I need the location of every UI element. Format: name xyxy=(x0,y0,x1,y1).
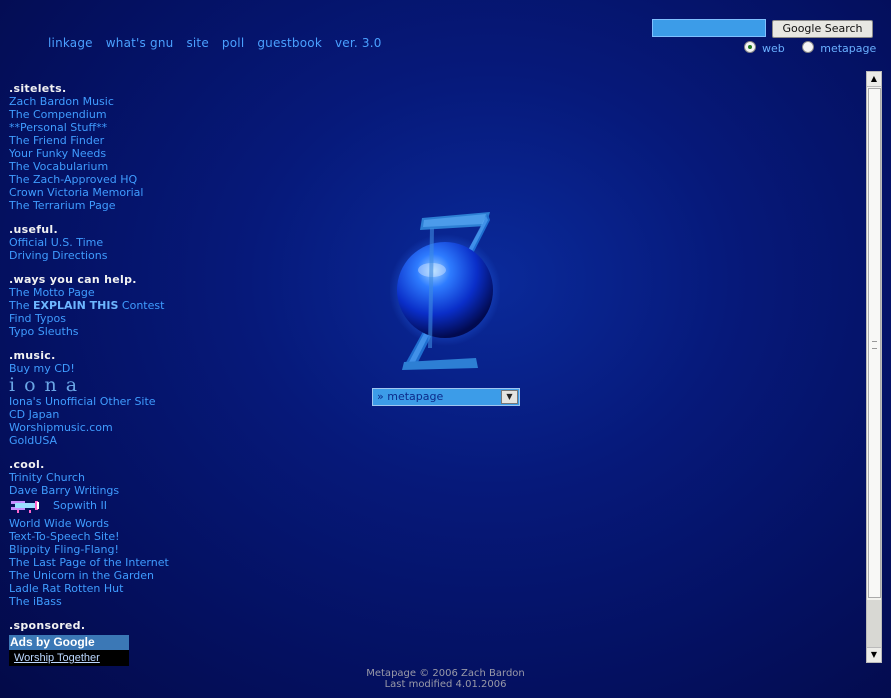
section-title-sponsored: .sponsored. xyxy=(9,619,86,632)
dropdown-selected-value: » metapage xyxy=(377,390,444,403)
link-ibass[interactable]: The iBass xyxy=(9,595,209,608)
link-us-time[interactable]: Official U.S. Time xyxy=(9,236,209,249)
search-input[interactable] xyxy=(652,19,766,37)
nav-linkage[interactable]: linkage xyxy=(48,36,93,50)
link-personal-stuff[interactable]: **Personal Stuff** xyxy=(9,121,209,134)
scrollbar-thumb[interactable] xyxy=(868,88,881,598)
top-nav: linkage what's gnu site poll guestbook ver. 3… xyxy=(48,36,395,50)
link-vocabularium[interactable]: The Vocabularium xyxy=(9,160,209,173)
link-typo-sleuths[interactable]: Typo Sleuths xyxy=(9,325,209,338)
section-title-useful: .useful. xyxy=(9,223,58,236)
search-scope: web metapage xyxy=(744,41,890,55)
link-find-typos[interactable]: Find Typos xyxy=(9,312,209,325)
biplane-icon xyxy=(11,501,39,513)
radio-metapage[interactable] xyxy=(802,41,815,53)
iona-logo[interactable]: iona xyxy=(9,376,209,395)
scroll-up-icon[interactable]: ▲ xyxy=(867,72,881,87)
link-crown-victoria[interactable]: Crown Victoria Memorial xyxy=(9,186,209,199)
scroll-down-icon[interactable]: ▼ xyxy=(867,647,881,662)
radio-web[interactable] xyxy=(744,41,756,53)
google-search-button[interactable]: Google Search xyxy=(772,20,873,38)
link-zach-bardon-music[interactable]: Zach Bardon Music xyxy=(9,95,209,108)
link-explain-contest[interactable]: The EXPLAIN THIS Contest xyxy=(9,299,209,312)
contest-suffix: Contest xyxy=(118,299,165,312)
section-title-sitelets: .sitelets. xyxy=(9,82,67,95)
z-orb-logo-icon xyxy=(390,212,500,370)
site-select-dropdown[interactable]: » metapage ▼ xyxy=(372,388,520,406)
link-funky-needs[interactable]: Your Funky Needs xyxy=(9,147,209,160)
link-sopwith[interactable]: Sopwith II xyxy=(9,498,209,516)
link-compendium[interactable]: The Compendium xyxy=(9,108,209,121)
link-friend-finder[interactable]: The Friend Finder xyxy=(9,134,209,147)
link-goldusa[interactable]: GoldUSA xyxy=(9,434,209,447)
radio-metapage-label: metapage xyxy=(820,42,877,55)
google-ads-box: Ads by Google Worship Together xyxy=(9,635,129,666)
nav-site[interactable]: site xyxy=(186,36,208,50)
footer-last-modified: Last modified 4.01.2006 xyxy=(384,679,507,690)
scrollbar-track[interactable] xyxy=(867,600,881,647)
section-title-cool: .cool. xyxy=(9,458,45,471)
link-terrarium[interactable]: The Terrarium Page xyxy=(9,199,209,212)
nav-version[interactable]: ver. 3.0 xyxy=(335,36,382,50)
sopwith-label: Sopwith II xyxy=(53,499,108,512)
contest-prefix: The xyxy=(9,299,33,312)
ad-link-worship-together[interactable]: Worship Together xyxy=(9,650,129,666)
link-motto-page[interactable]: The Motto Page xyxy=(9,286,209,299)
link-worshipmusic[interactable]: Worshipmusic.com xyxy=(9,421,209,434)
link-dave-barry[interactable]: Dave Barry Writings xyxy=(9,484,209,497)
contest-bold: EXPLAIN THIS xyxy=(32,299,119,312)
link-blippity[interactable]: Blippity Fling-Flang! xyxy=(9,543,209,556)
sidebar: .sitelets. Zach Bardon Music The Compend… xyxy=(9,82,209,666)
footer: Metapage © 2006 Zach Bardon Last modifie… xyxy=(0,668,891,690)
footer-copyright: Metapage © 2006 Zach Bardon xyxy=(366,668,525,679)
link-world-wide-words[interactable]: World Wide Words xyxy=(9,517,209,530)
page-scrollbar[interactable]: ▲ ▼ xyxy=(866,71,882,663)
nav-poll[interactable]: poll xyxy=(222,36,244,50)
chevron-down-icon[interactable]: ▼ xyxy=(501,390,518,404)
nav-guestbook[interactable]: guestbook xyxy=(257,36,322,50)
link-ladle-rat[interactable]: Ladle Rat Rotten Hut xyxy=(9,582,209,595)
grip-icon xyxy=(872,341,877,349)
link-last-page[interactable]: The Last Page of the Internet xyxy=(9,556,209,569)
section-title-help: .ways you can help. xyxy=(9,273,137,286)
link-zach-approved-hq[interactable]: The Zach-Approved HQ xyxy=(9,173,209,186)
link-unicorn[interactable]: The Unicorn in the Garden xyxy=(9,569,209,582)
section-title-music: .music. xyxy=(9,349,56,362)
link-iona-site[interactable]: Iona's Unofficial Other Site xyxy=(9,395,209,408)
link-cd-japan[interactable]: CD Japan xyxy=(9,408,209,421)
nav-whats-gnu[interactable]: what's gnu xyxy=(106,36,174,50)
ads-by-google-label[interactable]: Ads by Google xyxy=(9,635,129,650)
link-trinity-church[interactable]: Trinity Church xyxy=(9,471,209,484)
link-text-to-speech[interactable]: Text-To-Speech Site! xyxy=(9,530,209,543)
link-driving-directions[interactable]: Driving Directions xyxy=(9,249,209,262)
radio-web-label: web xyxy=(762,42,785,55)
